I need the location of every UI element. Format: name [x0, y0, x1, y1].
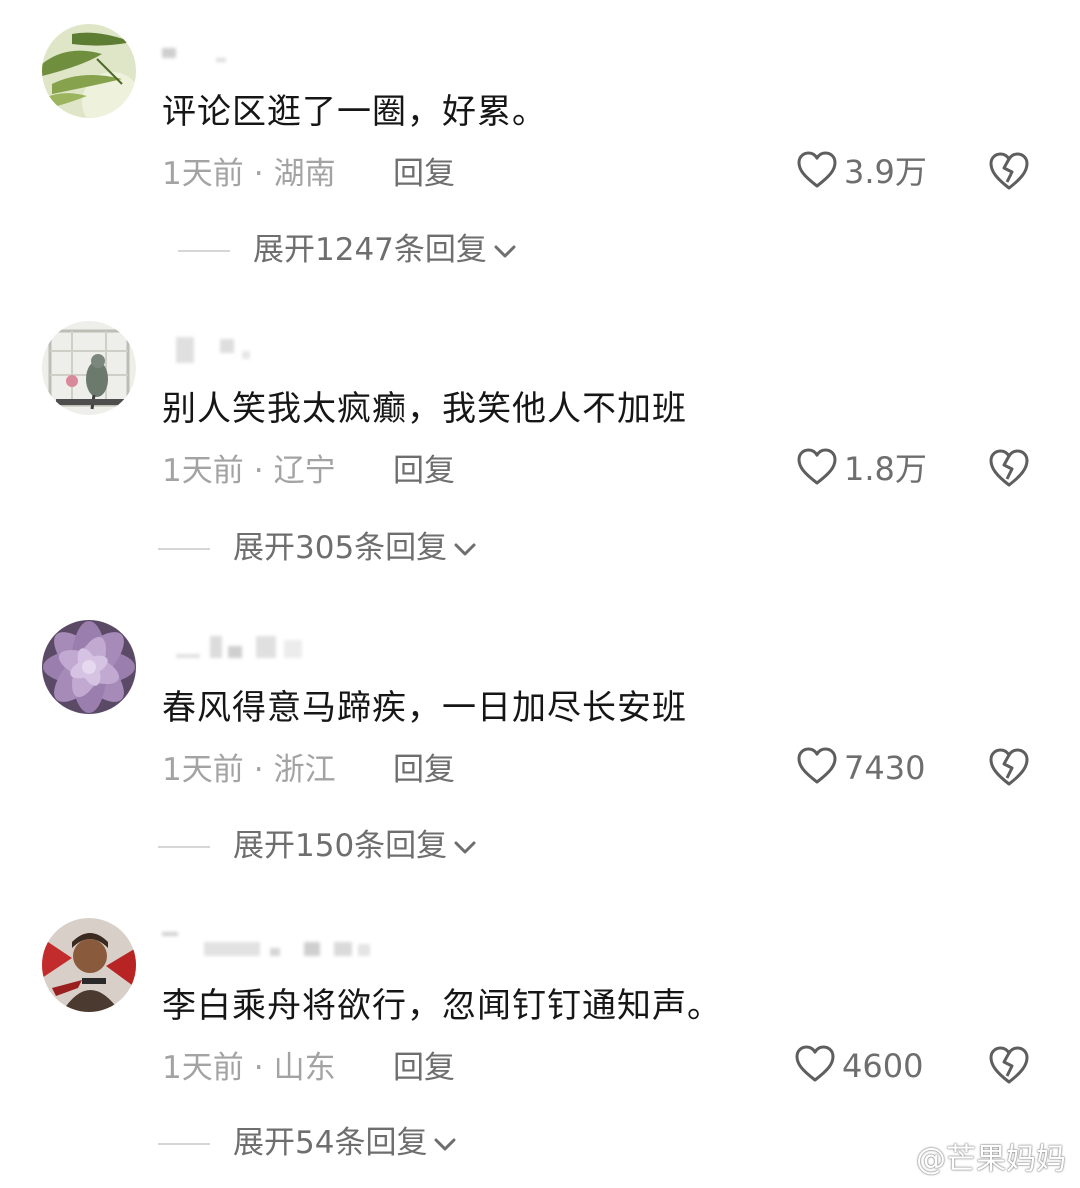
- comment-time: 1天前: [162, 1050, 244, 1086]
- meta-separator: ·: [253, 156, 264, 192]
- like-button[interactable]: 3.9万: [796, 150, 927, 194]
- avatar[interactable]: [42, 321, 136, 415]
- expand-replies-label: 展开54条回复: [233, 1125, 428, 1161]
- broken-heart-icon: [987, 748, 1031, 792]
- comment-time: 1天前: [162, 453, 244, 489]
- chevron-down-icon: [447, 528, 477, 568]
- comment-text: 春风得意马蹄疾，一日加尽长安班: [162, 688, 687, 728]
- expand-replies-button[interactable]: 展开150条回复: [233, 826, 477, 866]
- expand-replies-label: 展开150条回复: [233, 828, 448, 864]
- succulent-avatar-image: [42, 620, 136, 714]
- comment-time: 1天前: [162, 752, 244, 788]
- username-blurred[interactable]: [162, 932, 422, 958]
- comment-time: 1天前: [162, 156, 244, 192]
- expand-replies-button[interactable]: 展开305条回复: [233, 528, 477, 568]
- reply-button[interactable]: 回复: [393, 154, 455, 194]
- like-button[interactable]: 1.8万: [796, 447, 927, 491]
- comment-location: 辽宁: [273, 453, 336, 489]
- username-blurred[interactable]: [162, 44, 422, 70]
- comment-meta: 1天前 · 湖南: [162, 154, 336, 194]
- avatar[interactable]: [42, 620, 136, 714]
- dislike-button[interactable]: [987, 746, 1031, 790]
- expand-divider: [178, 250, 230, 252]
- reply-button[interactable]: 回复: [393, 1048, 455, 1088]
- like-count: 3.9万: [844, 153, 927, 191]
- dislike-button[interactable]: [987, 1044, 1031, 1088]
- meta-separator: ·: [253, 752, 264, 788]
- comment-location: 湖南: [273, 156, 336, 192]
- broken-heart-icon: [987, 1046, 1031, 1090]
- meta-separator: ·: [253, 453, 264, 489]
- like-count: 7430: [844, 749, 926, 787]
- avatar[interactable]: [42, 24, 136, 118]
- heart-outline-icon: [796, 746, 838, 790]
- chevron-down-icon: [487, 230, 517, 270]
- comment-item: 别人笑我太疯癫，我笑他人不加班 1天前 · 辽宁 回复 1.8万 展开305条回复: [0, 297, 1080, 587]
- comment-text: 评论区逛了一圈，好累。: [162, 92, 547, 132]
- reply-button[interactable]: 回复: [393, 750, 455, 790]
- expand-divider: [158, 548, 210, 550]
- avatar[interactable]: [42, 918, 136, 1012]
- expand-replies-label: 展开1247条回复: [253, 232, 487, 268]
- like-button[interactable]: 7430: [796, 746, 925, 790]
- comment-text: 李白乘舟将欲行，忽闻钉钉通知声。: [162, 986, 722, 1026]
- comment-meta: 1天前 · 浙江: [162, 750, 336, 790]
- watermark-text: @芒果妈妈: [916, 1141, 1066, 1177]
- chevron-down-icon: [447, 826, 477, 866]
- like-count: 1.8万: [844, 450, 927, 488]
- chevron-down-icon: [427, 1123, 457, 1163]
- comment-meta: 1天前 · 辽宁: [162, 451, 336, 491]
- comment-text: 别人笑我太疯癫，我笑他人不加班: [162, 389, 687, 429]
- like-button[interactable]: 4600: [794, 1044, 923, 1088]
- comment-item: 评论区逛了一圈，好累。 1天前 · 湖南 回复 3.9万 展开1247条回复: [0, 0, 1080, 290]
- expand-replies-button[interactable]: 展开54条回复: [233, 1123, 457, 1163]
- comment-location: 山东: [273, 1050, 336, 1086]
- bamboo-avatar-image: [42, 24, 136, 118]
- expand-replies-label: 展开305条回复: [233, 530, 448, 566]
- weibo-logo-icon: [870, 1139, 916, 1180]
- like-count: 4600: [842, 1047, 924, 1085]
- expand-divider: [158, 1143, 210, 1145]
- comment-location: 浙江: [273, 752, 336, 788]
- expand-divider: [158, 846, 210, 848]
- broken-heart-icon: [987, 449, 1031, 493]
- heart-outline-icon: [794, 1044, 836, 1088]
- dislike-button[interactable]: [987, 150, 1031, 194]
- expand-replies-button[interactable]: 展开1247条回复: [253, 230, 517, 270]
- meta-separator: ·: [253, 1050, 264, 1086]
- username-blurred[interactable]: [162, 636, 422, 662]
- parrot-avatar-image: [42, 321, 136, 415]
- dislike-button[interactable]: [987, 447, 1031, 491]
- heart-outline-icon: [796, 447, 838, 491]
- broken-heart-icon: [987, 152, 1031, 196]
- watermark: @芒果妈妈: [870, 1139, 1066, 1180]
- comment-item: 春风得意马蹄疾，一日加尽长安班 1天前 · 浙江 回复 7430 展开150条回复: [0, 596, 1080, 886]
- comment-meta: 1天前 · 山东: [162, 1048, 336, 1088]
- heart-outline-icon: [796, 150, 838, 194]
- username-blurred[interactable]: [162, 337, 422, 363]
- warrior-avatar-image: [42, 918, 136, 1012]
- reply-button[interactable]: 回复: [393, 451, 455, 491]
